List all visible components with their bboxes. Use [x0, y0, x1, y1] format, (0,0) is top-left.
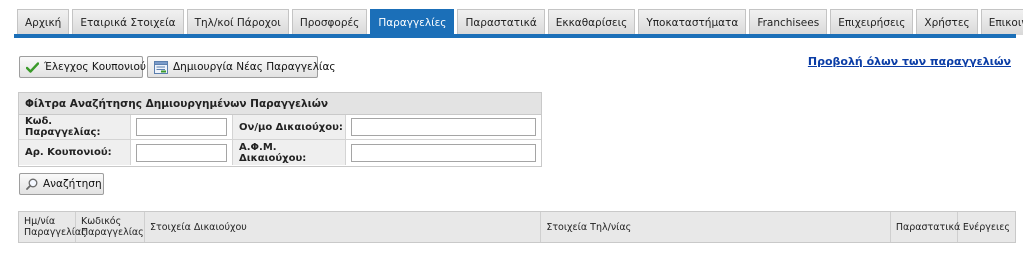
- new-order-label: Δημιουργία Νέας Παραγγελίας: [173, 61, 336, 73]
- tab-offers[interactable]: Προσφορές: [291, 9, 368, 35]
- col-owner-details[interactable]: Στοιχεία Δικαιούχου: [145, 212, 542, 242]
- tab-users[interactable]: Χρήστες: [916, 9, 978, 35]
- filters-row-1: Κωδ. Παραγγελίας: Ον/μο Δικαιούχου:: [19, 115, 541, 140]
- new-order-button[interactable]: Δημιουργία Νέας Παραγγελίας: [147, 56, 336, 78]
- tab-telecom-providers[interactable]: Τηλ/κοί Πάροχοι: [186, 9, 289, 35]
- order-code-label: Κωδ. Παραγγελίας:: [19, 115, 131, 139]
- order-code-cell: [131, 115, 233, 139]
- tabs-underline-bar: [14, 34, 1016, 38]
- tab-home[interactable]: Αρχική: [17, 9, 70, 35]
- tab-orders[interactable]: Παραγγελίες: [370, 9, 455, 35]
- coupon-number-label: Αρ. Κουπονιού:: [19, 140, 131, 165]
- tab-contact[interactable]: Επικοινωνία: [980, 9, 1023, 35]
- tab-documents[interactable]: Παραστατικά: [457, 9, 545, 35]
- col-actions: Ενέργειες: [962, 221, 1010, 233]
- search-filters-panel: Φίλτρα Αναζήτησης Δημιουργημένων Παραγγε…: [18, 92, 542, 167]
- checkmark-icon: [26, 61, 39, 73]
- filters-title: Φίλτρα Αναζήτησης Δημιουργημένων Παραγγε…: [19, 93, 541, 115]
- filters-row-2: Αρ. Κουπονιού: Α.Φ.Μ. Δικαιούχου:: [19, 140, 541, 165]
- owner-vat-cell: [346, 140, 541, 165]
- search-button[interactable]: Αναζήτηση: [19, 173, 104, 195]
- coupon-check-label: Έλεγχος Κουπονιού: [44, 61, 146, 73]
- view-all-orders-link[interactable]: Προβολή όλων των παραγγελιών: [808, 55, 1011, 68]
- owner-name-cell: [346, 115, 541, 139]
- owner-vat-label: Α.Φ.Μ. Δικαιούχου:: [233, 140, 346, 165]
- coupon-number-input[interactable]: [136, 143, 227, 162]
- tab-branches[interactable]: Υποκαταστήματα: [638, 9, 747, 35]
- tab-settlements[interactable]: Εκκαθαρίσεις: [547, 9, 636, 35]
- form-icon: [154, 60, 168, 74]
- coupon-check-button[interactable]: Έλεγχος Κουπονιού: [19, 56, 146, 78]
- col-order-code-line1: Κωδικός: [81, 216, 122, 227]
- search-label: Αναζήτηση: [43, 178, 102, 190]
- col-order-code[interactable]: Κωδικός Παραγγελίας: [76, 212, 145, 242]
- coupon-number-cell: [131, 140, 233, 165]
- col-shop-details[interactable]: Στοιχεία Τηλ/νίας: [541, 212, 891, 242]
- owner-name-input[interactable]: [351, 118, 536, 136]
- owner-vat-input[interactable]: [351, 143, 536, 162]
- order-code-input[interactable]: [136, 118, 227, 136]
- col-order-date[interactable]: Ημ/νία Παραγγελίας: [19, 212, 87, 242]
- tab-franchisees[interactable]: Franchisees: [749, 9, 828, 35]
- orders-table-header: Ημ/νία Παραγγελίας Κωδικός Παραγγελίας Σ…: [18, 211, 1016, 243]
- main-nav-tabs: Αρχική Εταιρικά Στοιχεία Τηλ/κοί Πάροχοι…: [17, 9, 1023, 35]
- col-order-code-line2: Παραγγελίας: [81, 227, 144, 238]
- magnifier-icon: [26, 178, 38, 190]
- col-documents[interactable]: Παραστατικά: [891, 212, 960, 242]
- owner-name-label: Ον/μο Δικαιούχου:: [233, 115, 346, 139]
- tab-businesses[interactable]: Επιχειρήσεις: [830, 9, 914, 35]
- tab-company-info[interactable]: Εταιρικά Στοιχεία: [72, 9, 184, 35]
